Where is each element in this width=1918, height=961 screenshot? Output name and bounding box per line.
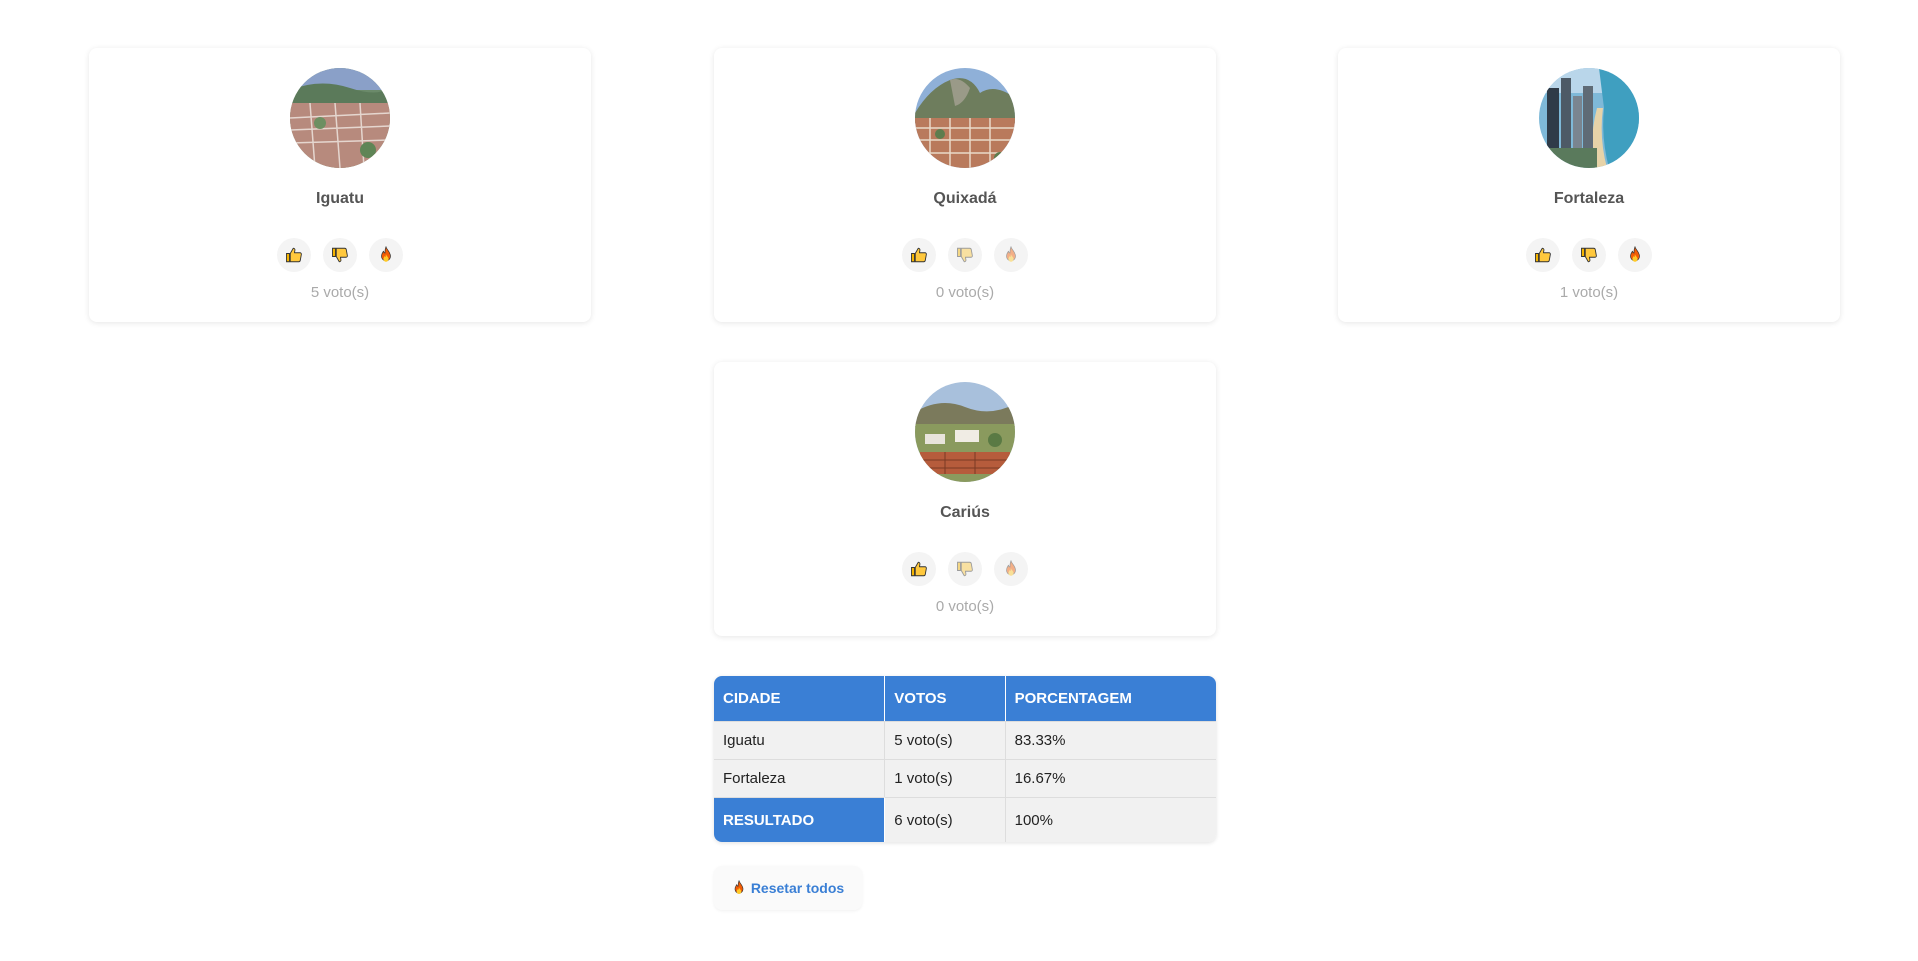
- header-porcentagem: PORCENTAGEM: [1005, 676, 1216, 721]
- city-card-iguatu: Iguatu 5 voto(s): [89, 48, 591, 322]
- reset-all-label: Resetar todos: [750, 880, 845, 896]
- cell-city: Iguatu: [714, 721, 886, 759]
- like-button[interactable]: [902, 552, 936, 586]
- dislike-button[interactable]: [1572, 238, 1606, 272]
- results-table: CIDADE VOTOS PORCENTAGEM Iguatu 5 voto(s…: [714, 676, 1216, 842]
- vote-count: 5 voto(s): [310, 284, 370, 301]
- city-card-fortaleza: Fortaleza 1 voto(s): [1338, 48, 1840, 322]
- reset-city-button[interactable]: [994, 552, 1028, 586]
- reset-city-button[interactable]: [369, 238, 403, 272]
- like-button[interactable]: [277, 238, 311, 272]
- thumbs-down-icon: [331, 246, 349, 264]
- vote-actions: [714, 238, 1216, 272]
- vote-actions: [1338, 238, 1840, 272]
- city-name: Fortaleza: [1553, 190, 1625, 207]
- total-votes: 6 voto(s): [885, 797, 1006, 842]
- dislike-button[interactable]: [323, 238, 357, 272]
- city-name: Cariús: [940, 504, 990, 521]
- vote-actions: [89, 238, 591, 272]
- thumbs-up-icon: [1534, 246, 1552, 264]
- fire-icon: [1002, 246, 1020, 264]
- table-row: Iguatu 5 voto(s) 83.33%: [714, 721, 1216, 759]
- thumbs-down-icon: [956, 560, 974, 578]
- cell-percent: 16.67%: [1005, 759, 1216, 797]
- city-photo-avatar: [1539, 68, 1639, 168]
- thumbs-up-icon: [285, 246, 303, 264]
- city-photo-avatar: [915, 68, 1015, 168]
- thumbs-up-icon: [910, 560, 928, 578]
- thumbs-down-icon: [956, 246, 974, 264]
- city-card-quixada: Quixadá 0 voto(s): [714, 48, 1216, 322]
- table-header-row: CIDADE VOTOS PORCENTAGEM: [714, 676, 1216, 721]
- city-name: Quixadá: [933, 190, 997, 207]
- city-photo-avatar: [915, 382, 1015, 482]
- total-percent: 100%: [1005, 797, 1216, 842]
- header-cidade: CIDADE: [714, 676, 886, 721]
- vote-count: 0 voto(s): [935, 598, 995, 615]
- city-name: Iguatu: [316, 190, 364, 207]
- city-photo-avatar: [290, 68, 390, 168]
- dislike-button[interactable]: [948, 238, 982, 272]
- table-total-row: RESULTADO 6 voto(s) 100%: [714, 797, 1216, 842]
- cell-city: Fortaleza: [714, 759, 886, 797]
- thumbs-down-icon: [1580, 246, 1598, 264]
- reset-city-button[interactable]: [1618, 238, 1652, 272]
- vote-count: 1 voto(s): [1559, 284, 1619, 301]
- fire-icon: [1002, 560, 1020, 578]
- cell-votes: 5 voto(s): [885, 721, 1006, 759]
- table-row: Fortaleza 1 voto(s) 16.67%: [714, 759, 1216, 797]
- city-card-carius: Cariús 0 voto(s): [714, 362, 1216, 636]
- fire-icon: [732, 880, 746, 896]
- fire-icon: [377, 246, 395, 264]
- dislike-button[interactable]: [948, 552, 982, 586]
- cell-percent: 83.33%: [1005, 721, 1216, 759]
- thumbs-up-icon: [910, 246, 928, 264]
- like-button[interactable]: [902, 238, 936, 272]
- vote-count: 0 voto(s): [935, 284, 995, 301]
- like-button[interactable]: [1526, 238, 1560, 272]
- fire-icon: [1626, 246, 1644, 264]
- vote-actions: [714, 552, 1216, 586]
- header-votos: VOTOS: [885, 676, 1006, 721]
- total-label: RESULTADO: [714, 797, 886, 842]
- reset-city-button[interactable]: [994, 238, 1028, 272]
- cell-votes: 1 voto(s): [885, 759, 1006, 797]
- reset-all-button[interactable]: Resetar todos: [714, 866, 862, 910]
